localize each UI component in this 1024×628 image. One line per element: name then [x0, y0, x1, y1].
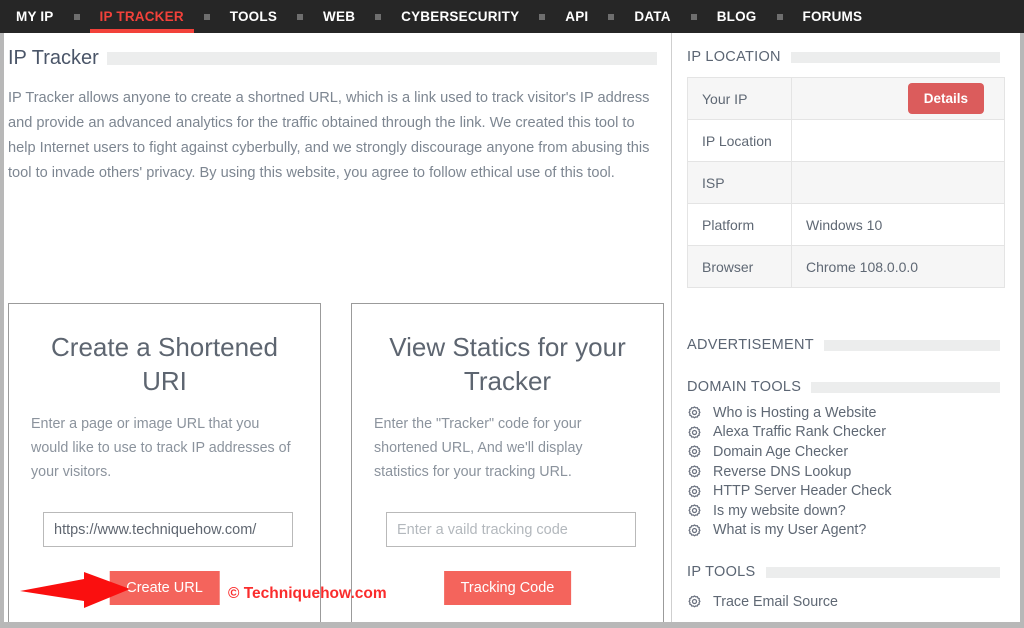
list-item[interactable]: Alexa Traffic Rank Checker	[687, 423, 1000, 443]
create-shortened-uri-card: Create a Shortened URI Enter a page or i…	[8, 303, 321, 622]
nav-item-web[interactable]: WEB	[321, 0, 357, 33]
gear-icon	[688, 406, 701, 419]
watermark: © Techniquehow.com	[228, 585, 387, 602]
nav-item-data[interactable]: DATA	[632, 0, 672, 33]
table-row: Your IP Details	[687, 77, 1005, 120]
gear-icon	[688, 524, 701, 537]
row-value: Details	[791, 77, 1005, 120]
ip-tools-list: Trace Email Source	[687, 592, 1000, 612]
heading-rule	[811, 381, 1000, 393]
domain-tools-heading-text: DOMAIN TOOLS	[687, 379, 802, 395]
list-item-label: Trace Email Source	[713, 593, 839, 610]
nav-item-cybersecurity[interactable]: CYBERSECURITY	[399, 0, 521, 33]
list-item-label: Domain Age Checker	[713, 443, 849, 460]
nav-item-forums[interactable]: FORUMS	[801, 0, 865, 33]
table-row: Browser Chrome 108.0.0.0	[687, 245, 1005, 288]
advertisement-heading-text: ADVERTISEMENT	[687, 337, 814, 353]
card-description: Enter a page or image URL that you would…	[31, 416, 291, 480]
table-row: ISP	[687, 161, 1005, 204]
nav-separator	[297, 13, 304, 20]
tracking-code-button[interactable]: Tracking Code	[443, 571, 572, 605]
list-item-label: Reverse DNS Lookup	[713, 463, 852, 480]
advertisement-heading: ADVERTISEMENT	[687, 337, 1000, 353]
row-value	[791, 161, 1005, 204]
nav-item-tools[interactable]: TOOLS	[228, 0, 279, 33]
nav-item-my-ip[interactable]: MY IP	[14, 0, 56, 33]
row-label: Your IP	[687, 77, 792, 120]
table-row: Platform Windows 10	[687, 203, 1005, 246]
ip-location-heading-text: IP LOCATION	[687, 49, 781, 65]
row-label: ISP	[687, 161, 792, 204]
list-item[interactable]: Is my website down?	[687, 501, 1000, 521]
nav-item-api[interactable]: API	[563, 0, 590, 33]
tool-cards: Create a Shortened URI Enter a page or i…	[8, 303, 664, 622]
list-item-label: Who is Hosting a Website	[713, 404, 877, 421]
list-item[interactable]: HTTP Server Header Check	[687, 481, 1000, 501]
nav-separator	[203, 13, 210, 20]
domain-tools-heading: DOMAIN TOOLS	[687, 379, 1000, 395]
ip-location-heading: IP LOCATION	[687, 49, 1000, 65]
domain-tools-list: Who is Hosting a Website Alexa Traffic R…	[687, 403, 1000, 540]
card-description: Enter the "Tracker" code for your shorte…	[374, 416, 583, 480]
page-body: IP Tracker IP Tracker allows anyone to c…	[4, 33, 1020, 622]
list-item[interactable]: Who is Hosting a Website	[687, 403, 1000, 423]
list-item-label: HTTP Server Header Check	[713, 483, 892, 500]
main-content-column: IP Tracker IP Tracker allows anyone to c…	[4, 33, 672, 622]
card-title: Create a Shortened URI	[51, 332, 278, 396]
heading-rule	[765, 566, 1000, 578]
page-title-text: IP Tracker	[8, 47, 99, 69]
ip-tools-heading-text: IP TOOLS	[687, 564, 756, 581]
shortened-url-input[interactable]	[43, 512, 293, 547]
tracking-code-input[interactable]	[386, 512, 636, 547]
nav-separator	[539, 13, 546, 20]
gear-icon	[688, 504, 701, 517]
row-value: Windows 10	[791, 203, 1005, 246]
list-item[interactable]: Trace Email Source	[687, 592, 1000, 612]
card-title: View Statics for your Tracker	[389, 332, 626, 396]
nav-separator	[690, 13, 697, 20]
gear-icon	[688, 465, 701, 478]
screenshot-frame: MY IP IP TRACKER TOOLS WEB CYBERSECURITY…	[0, 0, 1024, 628]
list-item-label: What is my User Agent?	[713, 522, 867, 539]
nav-item-ip-tracker[interactable]: IP TRACKER	[89, 0, 195, 33]
row-label: Platform	[687, 203, 792, 246]
heading-rule	[823, 339, 1000, 351]
intro-paragraph: IP Tracker allows anyone to create a sho…	[8, 90, 650, 181]
main-navigation: MY IP IP TRACKER TOOLS WEB CYBERSECURITY…	[0, 0, 1024, 33]
gear-icon	[688, 484, 701, 498]
nav-item-blog[interactable]: BLOG	[715, 0, 759, 33]
gear-icon	[688, 595, 701, 608]
nav-separator	[73, 13, 80, 20]
details-button[interactable]: Details	[907, 83, 984, 114]
row-label: Browser	[687, 245, 792, 288]
list-item-label: Is my website down?	[713, 502, 846, 519]
heading-rule	[790, 51, 1000, 63]
title-rule	[106, 52, 657, 65]
row-value: Chrome 108.0.0.0	[791, 245, 1005, 288]
gear-icon	[688, 445, 701, 458]
list-item[interactable]: Reverse DNS Lookup	[687, 462, 1000, 482]
ip-tools-heading: IP TOOLS	[687, 564, 1000, 580]
table-row: IP Location	[687, 119, 1005, 162]
gear-icon	[688, 426, 701, 439]
list-item[interactable]: What is my User Agent?	[687, 521, 1000, 541]
list-item-label: Alexa Traffic Rank Checker	[713, 424, 886, 441]
page-title: IP Tracker	[8, 47, 657, 70]
nav-separator	[608, 13, 615, 20]
nav-separator	[776, 13, 783, 20]
row-label: IP Location	[687, 119, 792, 162]
create-url-button[interactable]: Create URL	[109, 571, 220, 605]
view-statics-card: View Statics for your Tracker Enter the …	[351, 303, 664, 622]
nav-separator	[375, 13, 382, 20]
sidebar-column: IP LOCATION Your IP Details IP Location …	[673, 33, 1020, 622]
list-item[interactable]: Domain Age Checker	[687, 442, 1000, 462]
ip-location-table: Your IP Details IP Location ISP Platform…	[687, 77, 1005, 288]
row-value	[791, 119, 1005, 162]
